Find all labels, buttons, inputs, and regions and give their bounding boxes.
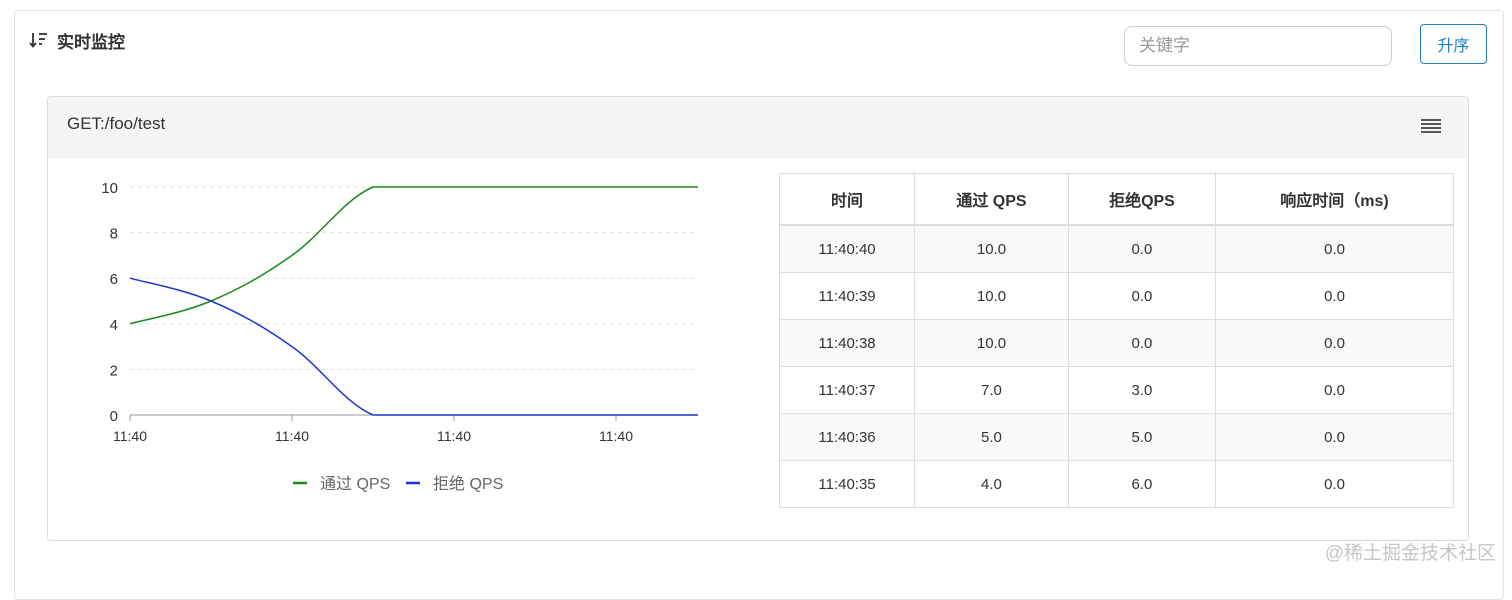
table-cell: 0.0 bbox=[1215, 460, 1454, 508]
table-row: 11:40:40 10.0 0.0 0.0 bbox=[778, 224, 1454, 273]
legend-label: 通过 QPS bbox=[320, 475, 390, 493]
y-tick-label: 8 bbox=[110, 226, 118, 243]
table-cell: 0.0 bbox=[1067, 224, 1217, 273]
table-cell: 10.0 bbox=[914, 224, 1069, 273]
table-column-header: 通过 QPS bbox=[914, 173, 1069, 226]
table-cell: 11:40:38 bbox=[778, 319, 916, 367]
table-cell: 11:40:35 bbox=[778, 460, 916, 508]
table-row: 11:40:36 5.0 5.0 0.0 bbox=[778, 413, 1454, 461]
sort-descending-icon[interactable] bbox=[29, 30, 49, 50]
table-body: 11:40:40 10.0 0.0 0.0 11:40:39 10.0 0.0 0.0 11:4… bbox=[778, 224, 1454, 508]
table-row: 11:40:38 10.0 0.0 0.0 bbox=[778, 319, 1454, 367]
table-cell: 0.0 bbox=[1215, 413, 1454, 461]
legend-label: 拒绝 QPS bbox=[433, 475, 503, 493]
table-cell: 5.0 bbox=[1067, 413, 1217, 461]
table-cell: 10.0 bbox=[914, 319, 1069, 367]
table-column-header: 时间 bbox=[778, 173, 916, 226]
qps-line-chart: 0 2 4 6 8 10 11:40 11:40 11:40 11:40 通过 QPS 拒绝 QPS bbox=[101, 180, 698, 493]
x-tick-label: 11:40 bbox=[275, 428, 309, 444]
table-row: 11:40:35 4.0 6.0 0.0 bbox=[778, 460, 1454, 508]
y-tick-label: 4 bbox=[110, 317, 118, 334]
table-cell: 3.0 bbox=[1067, 366, 1217, 414]
table-cell: 11:40:40 bbox=[778, 224, 916, 273]
y-tick-label: 10 bbox=[101, 180, 118, 197]
table-cell: 0.0 bbox=[1215, 272, 1454, 320]
table-cell: 5.0 bbox=[914, 413, 1069, 461]
table-cell: 6.0 bbox=[1067, 460, 1217, 508]
keyword-search-input[interactable] bbox=[1124, 26, 1392, 66]
table-cell: 11:40:36 bbox=[778, 413, 916, 461]
qps-table: 时间 通过 QPS 拒绝QPS 响应时间（ms) 11:40:40 10.0 0.0 0.0… bbox=[778, 173, 1454, 508]
title-row: 实时监控 bbox=[29, 28, 125, 52]
table-cell: 10.0 bbox=[914, 272, 1069, 320]
table-header-row: 时间 通过 QPS 拒绝QPS 响应时间（ms) bbox=[778, 173, 1454, 226]
table-row: 11:40:39 10.0 0.0 0.0 bbox=[778, 272, 1454, 320]
y-tick-label: 2 bbox=[110, 362, 118, 379]
table-cell: 0.0 bbox=[1067, 272, 1217, 320]
table-cell: 11:40:39 bbox=[778, 272, 916, 320]
table-cell: 7.0 bbox=[914, 366, 1069, 414]
x-tick-label: 11:40 bbox=[437, 428, 471, 444]
table-column-header: 拒绝QPS bbox=[1067, 173, 1217, 226]
resource-panel: GET:/foo/test 0 2 4 6 8 10 11:40 11:40 11:40 11:4… bbox=[47, 96, 1469, 541]
x-tick-label: 11:40 bbox=[599, 428, 633, 444]
watermark: @稀土掘金技术社区 bbox=[1324, 543, 1496, 564]
table-cell: 4.0 bbox=[914, 460, 1069, 508]
hamburger-menu-icon[interactable] bbox=[1421, 118, 1441, 134]
page-title: 实时监控 bbox=[57, 32, 125, 52]
y-tick-label: 6 bbox=[110, 271, 118, 288]
table-column-header: 响应时间（ms) bbox=[1215, 173, 1454, 226]
table-cell: 0.0 bbox=[1215, 366, 1454, 414]
sort-ascending-button[interactable]: 升序 bbox=[1420, 24, 1487, 64]
x-tick-label: 11:40 bbox=[113, 428, 147, 444]
table-row: 11:40:37 7.0 3.0 0.0 bbox=[778, 366, 1454, 414]
table-cell: 0.0 bbox=[1067, 319, 1217, 367]
table-cell: 11:40:37 bbox=[778, 366, 916, 414]
y-tick-label: 0 bbox=[110, 408, 118, 425]
table-cell: 0.0 bbox=[1215, 319, 1454, 367]
table-cell: 0.0 bbox=[1215, 224, 1454, 273]
